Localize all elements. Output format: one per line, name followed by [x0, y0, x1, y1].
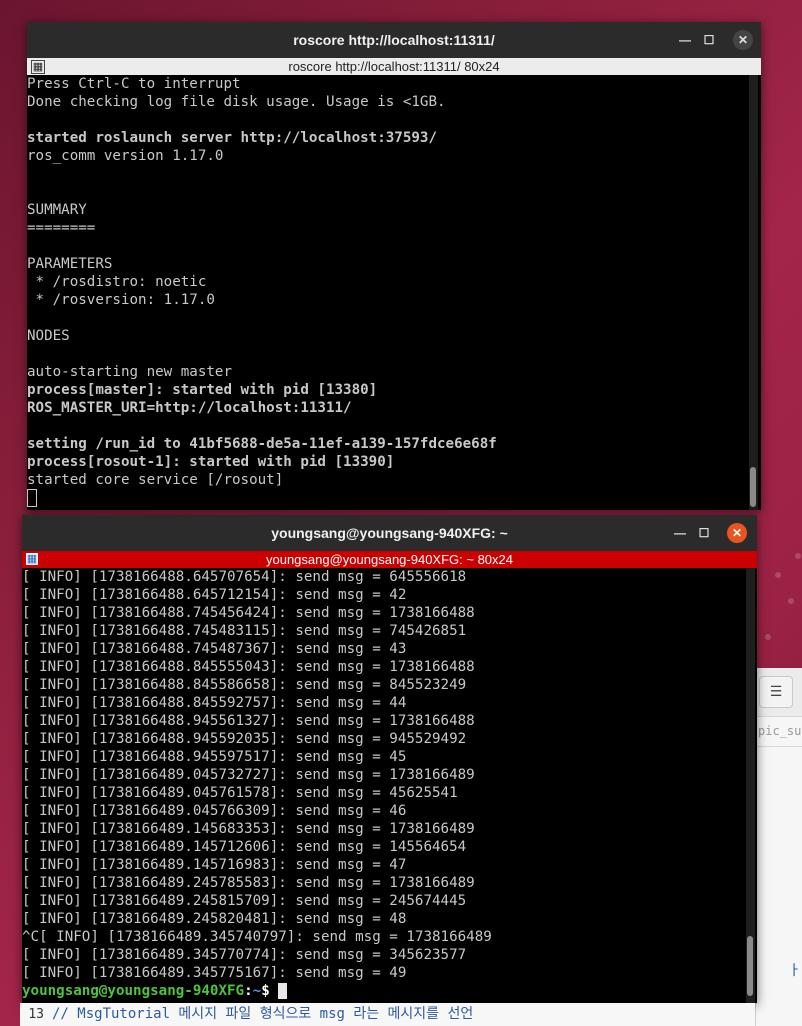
- editor-tab-fragment[interactable]: pic_sub: [758, 724, 802, 738]
- log-line: [ INFO] [1738166489.245820481]: send msg…: [22, 911, 407, 927]
- terminal-line: started roslaunch server http://localhos…: [27, 130, 437, 146]
- roscore-scrollbar[interactable]: [749, 75, 758, 510]
- terminal-line: PARAMETERS: [27, 256, 113, 272]
- roscore-terminal-window[interactable]: roscore http://localhost:11311/ — ☐ ✕ ▦ …: [27, 22, 761, 510]
- terminal-line: auto-starting new master: [27, 364, 232, 380]
- log-line: [ INFO] [1738166489.145716983]: send msg…: [22, 857, 407, 873]
- text-cursor: [278, 983, 288, 999]
- code-comment: // MsgTutorial 메시지 파일 형식으로 msg 라는 메시지를 선…: [52, 1006, 474, 1022]
- minimize-icon[interactable]: —: [670, 523, 690, 543]
- roscore-tab[interactable]: ▦ roscore http://localhost:11311/ 80x24: [27, 58, 761, 75]
- terminal-line: ros_comm version 1.17.0: [27, 148, 224, 164]
- log-line: [ INFO] [1738166489.345775167]: send msg…: [22, 965, 407, 981]
- terminal-line: ========: [27, 220, 96, 236]
- background-editor-window[interactable]: ☰ pic_sub ㅏ: [755, 668, 802, 1026]
- publisher-scrollbar[interactable]: [746, 568, 755, 1003]
- terminal-line: Press Ctrl-C to interrupt: [27, 76, 241, 92]
- window-title: roscore http://localhost:11311/: [293, 32, 495, 48]
- log-line: [ INFO] [1738166489.245815709]: send msg…: [22, 893, 467, 909]
- log-line: [ INFO] [1738166488.745487367]: send msg…: [22, 641, 407, 657]
- text-cursor: [27, 489, 37, 507]
- wallpaper-dot: [765, 634, 771, 640]
- log-line: [ INFO] [1738166488.845592757]: send msg…: [22, 695, 407, 711]
- scrollbar-thumb[interactable]: [750, 467, 756, 507]
- line-number: 13: [28, 1007, 44, 1022]
- log-line: [ INFO] [1738166488.745456424]: send msg…: [22, 605, 475, 621]
- roscore-terminal-output[interactable]: Press Ctrl-C to interrupt Done checking l…: [27, 75, 497, 507]
- terminal-line: started core service [/rosout]: [27, 472, 284, 488]
- close-icon[interactable]: ✕: [733, 30, 753, 50]
- prompt-symbol: $: [261, 983, 270, 999]
- minimize-icon[interactable]: —: [675, 30, 695, 50]
- maximize-icon[interactable]: ☐: [699, 30, 719, 50]
- editor-code-line[interactable]: 13 // MsgTutorial 메시지 파일 형식으로 msg 라는 메시지를…: [20, 1003, 755, 1026]
- tab-label: youngsang@youngsang-940XFG: ~ 80x24: [265, 552, 513, 567]
- log-line: [ INFO] [1738166488.645712154]: send msg…: [22, 587, 407, 603]
- wallpaper-dot: [795, 553, 801, 559]
- publisher-titlebar[interactable]: youngsang@youngsang-940XFG: ~ — ☐ ✕: [22, 515, 757, 551]
- terminal-cursor-line: [27, 489, 497, 507]
- shell-prompt: youngsang@youngsang-940XFG:~$: [22, 982, 492, 1000]
- log-line: [ INFO] [1738166488.945592035]: send msg…: [22, 731, 467, 747]
- terminal-line: ROS_MASTER_URI=http://localhost:11311/: [27, 400, 352, 416]
- window-title: youngsang@youngsang-940XFG: ~: [271, 525, 508, 541]
- hamburger-menu-icon[interactable]: ☰: [759, 676, 793, 708]
- close-icon[interactable]: ✕: [727, 523, 747, 543]
- log-line: [ INFO] [1738166489.045766309]: send msg…: [22, 803, 407, 819]
- log-line: ^C[ INFO] [1738166489.345740797]: send m…: [22, 929, 492, 945]
- editor-edge-glyph: ㅏ: [788, 963, 801, 979]
- tab-label: roscore http://localhost:11311/ 80x24: [288, 59, 500, 74]
- terminal-line: SUMMARY: [27, 202, 87, 218]
- log-line: [ INFO] [1738166488.845555043]: send msg…: [22, 659, 475, 675]
- log-line: [ INFO] [1738166489.145712606]: send msg…: [22, 839, 467, 855]
- log-line: [ INFO] [1738166489.045732727]: send msg…: [22, 767, 475, 783]
- editor-tab-divider: [756, 746, 802, 747]
- log-line: [ INFO] [1738166488.745483115]: send msg…: [22, 623, 467, 639]
- maximize-icon[interactable]: ☐: [694, 523, 714, 543]
- log-line: [ INFO] [1738166489.045761578]: send msg…: [22, 785, 458, 801]
- roscore-titlebar[interactable]: roscore http://localhost:11311/ — ☐ ✕: [27, 22, 761, 58]
- terminal-line: Done checking log file disk usage. Usage…: [27, 94, 446, 110]
- terminal-line: NODES: [27, 328, 70, 344]
- prompt-path: ~: [252, 983, 262, 999]
- terminal-line: * /rosdistro: noetic: [27, 274, 207, 290]
- log-line: [ INFO] [1738166489.345770774]: send msg…: [22, 947, 467, 963]
- wallpaper-dot: [775, 572, 781, 578]
- wallpaper-dot: [788, 598, 794, 604]
- log-line: [ INFO] [1738166489.245785583]: send msg…: [22, 875, 475, 891]
- publisher-terminal-output[interactable]: [ INFO] [1738166488.645707654]: send msg…: [22, 568, 492, 1000]
- terminal-line: * /rosversion: 1.17.0: [27, 292, 215, 308]
- log-line: [ INFO] [1738166488.845586658]: send msg…: [22, 677, 467, 693]
- prompt-separator: :: [244, 983, 253, 999]
- terminal-line: process[rosout-1]: started with pid [133…: [27, 454, 395, 470]
- log-line: [ INFO] [1738166489.145683353]: send msg…: [22, 821, 475, 837]
- log-line: [ INFO] [1738166488.945561327]: send msg…: [22, 713, 475, 729]
- terminal-line: process[master]: started with pid [13380…: [27, 382, 378, 398]
- prompt-user: youngsang@youngsang-940XFG: [22, 983, 245, 999]
- publisher-terminal-window[interactable]: youngsang@youngsang-940XFG: ~ — ☐ ✕ ▦ yo…: [22, 515, 757, 1003]
- publisher-tab[interactable]: ▦ youngsang@youngsang-940XFG: ~ 80x24: [22, 551, 757, 568]
- log-line: [ INFO] [1738166488.645707654]: send msg…: [22, 569, 467, 585]
- editor-headerbar: ☰: [756, 668, 802, 717]
- log-line: [ INFO] [1738166488.945597517]: send msg…: [22, 749, 407, 765]
- terminal-line: setting /run_id to 41bf5688-de5a-11ef-a1…: [27, 436, 497, 452]
- scrollbar-thumb[interactable]: [747, 936, 753, 996]
